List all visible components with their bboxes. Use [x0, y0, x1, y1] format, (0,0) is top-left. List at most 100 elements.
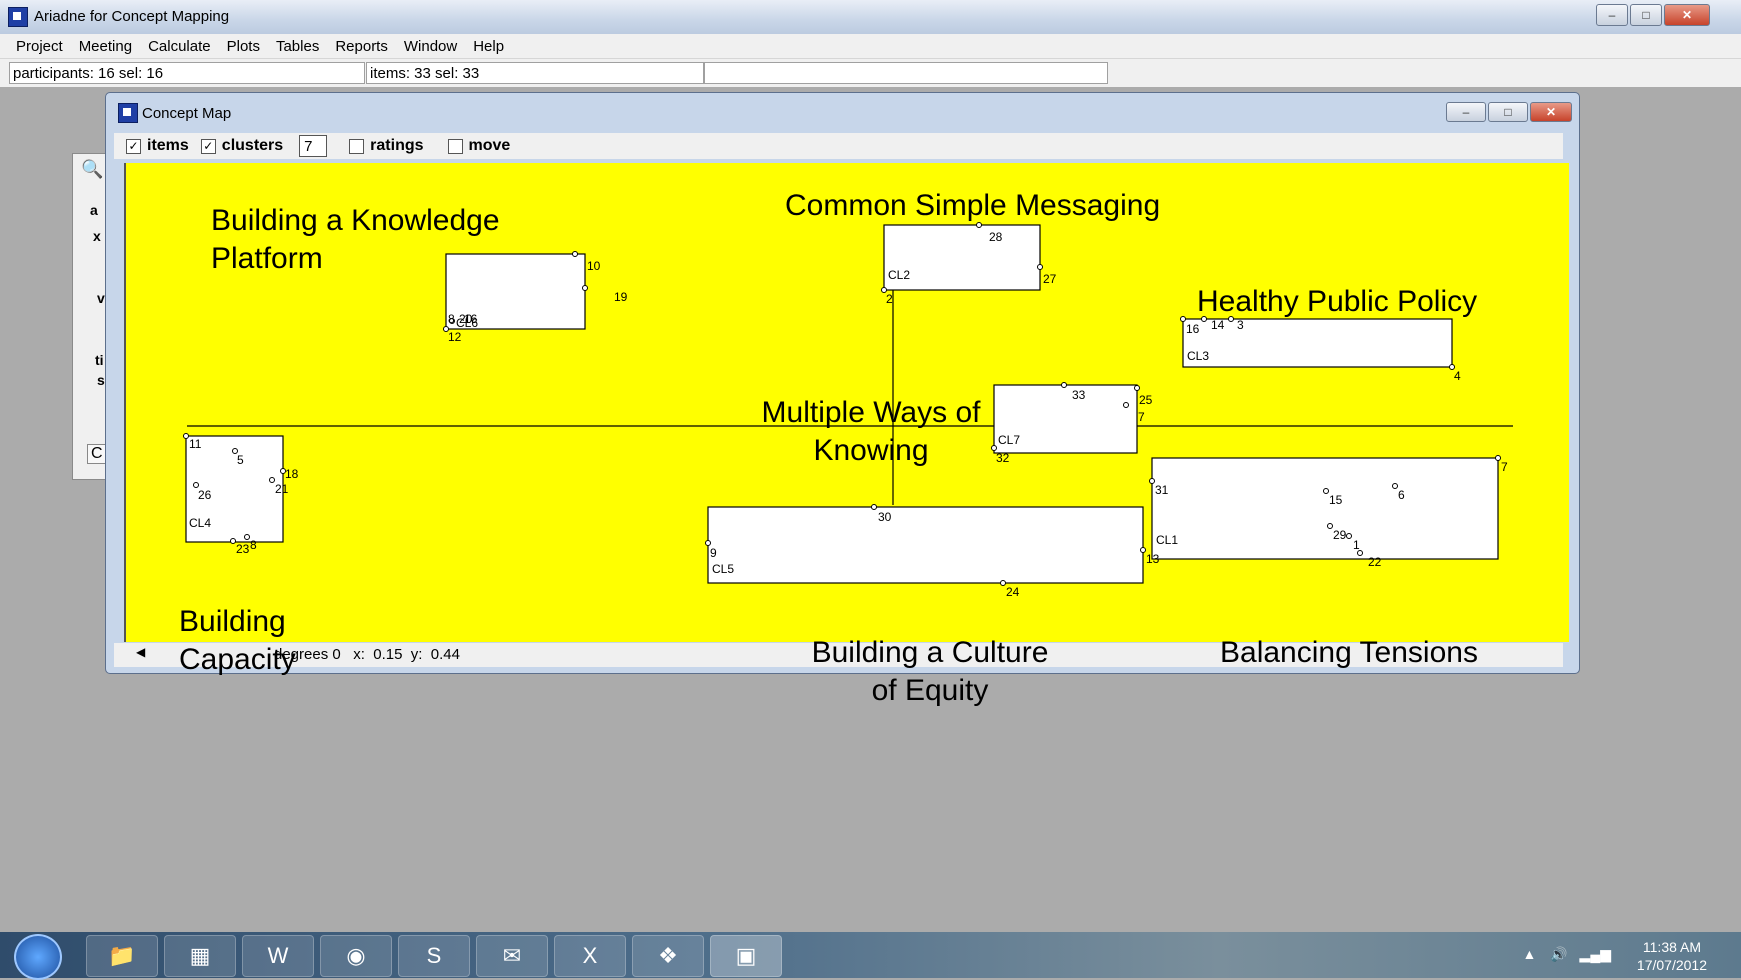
- menu-tables[interactable]: Tables: [268, 38, 327, 55]
- label-line: Building: [179, 605, 286, 638]
- item-label: 29: [1333, 528, 1347, 542]
- close-button[interactable]: ✕: [1664, 4, 1710, 26]
- maximize-button[interactable]: □: [1630, 4, 1662, 26]
- clock-date: 17/07/2012: [1636, 957, 1707, 973]
- items-checkbox[interactable]: ✓: [126, 138, 141, 154]
- menu-bar: Project Meeting Calculate Plots Tables R…: [0, 34, 1741, 59]
- status-bar: participants: 16 sel: 16 items: 33 sel: …: [0, 59, 1741, 87]
- start-button[interactable]: [14, 934, 62, 980]
- items-label: items: [147, 137, 189, 154]
- clock[interactable]: 11:38 AM 17/07/2012: [1637, 938, 1707, 974]
- concept-map-title: Concept Map: [142, 105, 232, 122]
- item-label: 24: [1006, 585, 1020, 599]
- item-label: 13: [1146, 552, 1160, 566]
- item-label: 7: [1501, 460, 1508, 474]
- label-line: Building a Culture: [811, 636, 1049, 669]
- item-label: 4: [1454, 369, 1461, 383]
- label-line: Capacity: [179, 643, 296, 676]
- item-label: 21: [275, 482, 289, 496]
- label-line: Multiple Ways of: [761, 396, 981, 429]
- item-label: 11: [189, 437, 202, 451]
- tray-arrow-icon[interactable]: ▲: [1522, 946, 1536, 962]
- system-tray: ▲ 🔊 ▂▄▆: [1522, 946, 1611, 963]
- item-label: 19: [614, 290, 628, 304]
- network-app-icon[interactable]: ❖: [632, 935, 704, 977]
- ratings-checkbox[interactable]: [349, 138, 365, 154]
- concept-map-window-controls: – □ ✕: [1446, 102, 1572, 122]
- items-status: items: 33 sel: 33: [366, 62, 704, 84]
- menu-calculate[interactable]: Calculate: [140, 38, 219, 55]
- item-label: 8: [250, 538, 257, 552]
- bg-button[interactable]: C: [87, 444, 107, 464]
- magnifier-icon[interactable]: 🔍: [81, 159, 103, 180]
- calculator-icon[interactable]: ▦: [164, 935, 236, 977]
- cm-minimize-button[interactable]: –: [1446, 102, 1486, 122]
- bg-letter: v: [97, 290, 105, 306]
- label-knowledge-platform: Building a Knowledge Platform: [211, 202, 500, 278]
- cluster-label: CL7: [998, 433, 1020, 447]
- item-label: 5: [237, 453, 244, 467]
- concept-map-icon: [118, 103, 138, 123]
- explorer-icon[interactable]: 📁: [86, 935, 158, 977]
- label-healthy-policy: Healthy Public Policy: [1197, 285, 1478, 318]
- app-title-bar: Ariadne for Concept Mapping – □ ✕: [0, 0, 1741, 34]
- app-icon: [8, 7, 28, 27]
- label-common-messaging: Common Simple Messaging: [785, 189, 1161, 222]
- item-label: 22: [1368, 555, 1382, 569]
- taskbar: 📁 ▦ W ◉ S ✉ X ❖ ▣ ▲ 🔊 ▂▄▆ 11:38 AM 17/07…: [0, 932, 1741, 980]
- cluster-label: CL3: [1187, 349, 1209, 363]
- item-label: 33: [1072, 388, 1086, 402]
- ratings-label: ratings: [370, 137, 424, 154]
- item-label: 26: [198, 488, 212, 502]
- clusters-checkbox[interactable]: ✓: [200, 138, 216, 154]
- app-title: Ariadne for Concept Mapping: [34, 8, 230, 25]
- item-label: 31: [1155, 483, 1169, 497]
- volume-icon[interactable]: 🔊: [1550, 946, 1567, 962]
- item-label: 2: [886, 292, 893, 306]
- item-label: 10: [587, 259, 601, 273]
- participants-status: participants: 16 sel: 16: [9, 62, 365, 84]
- menu-project[interactable]: Project: [0, 38, 71, 55]
- cluster-label: CL4: [189, 516, 211, 530]
- label-line: Knowing: [813, 434, 929, 467]
- label-line: of Equity: [871, 674, 989, 707]
- item-label: 1: [1353, 538, 1360, 552]
- skype-icon[interactable]: S: [398, 935, 470, 977]
- item-label: 16: [1186, 322, 1200, 336]
- ariadne-taskbar-icon[interactable]: ▣: [710, 935, 782, 977]
- move-label: move: [468, 137, 511, 154]
- menu-plots[interactable]: Plots: [219, 38, 268, 55]
- item-label: 32: [996, 451, 1010, 465]
- menu-window[interactable]: Window: [396, 38, 465, 55]
- label-multiple-ways: Multiple Ways of Knowing: [746, 394, 996, 470]
- label-culture-equity: Building a Culture of Equity: [800, 634, 1060, 710]
- outlook-icon[interactable]: ✉: [476, 935, 548, 977]
- bg-letter: x: [93, 228, 101, 244]
- menu-meeting[interactable]: Meeting: [71, 38, 140, 55]
- cluster-label: CL1: [1156, 533, 1178, 547]
- signal-icon[interactable]: ▂▄▆: [1580, 946, 1611, 962]
- item-label: 25: [1139, 393, 1153, 407]
- label-building-capacity: Building Capacity: [179, 603, 296, 679]
- item-label: 28: [989, 230, 1003, 244]
- item-label: 16: [464, 312, 478, 326]
- cm-close-button[interactable]: ✕: [1530, 102, 1572, 122]
- cluster-count-input[interactable]: 7: [299, 135, 328, 157]
- cm-maximize-button[interactable]: □: [1488, 102, 1528, 122]
- excel-icon[interactable]: X: [554, 935, 626, 977]
- window-controls: – □ ✕: [1596, 4, 1710, 26]
- item-label: 8: [448, 312, 455, 326]
- item-label: 7: [1138, 410, 1145, 424]
- menu-reports[interactable]: Reports: [327, 38, 396, 55]
- label-line: Platform: [211, 242, 323, 275]
- scroll-left-icon[interactable]: ◀: [136, 645, 145, 659]
- menu-help[interactable]: Help: [465, 38, 512, 55]
- cluster-1-polygon: [1151, 457, 1499, 560]
- item-label: 12: [448, 330, 462, 344]
- move-checkbox[interactable]: [447, 138, 463, 154]
- minimize-button[interactable]: –: [1596, 4, 1628, 26]
- item-label: 6: [1398, 488, 1405, 502]
- word-icon[interactable]: W: [242, 935, 314, 977]
- chrome-icon[interactable]: ◉: [320, 935, 392, 977]
- label-balancing-tensions: Balancing Tensions: [1220, 636, 1478, 669]
